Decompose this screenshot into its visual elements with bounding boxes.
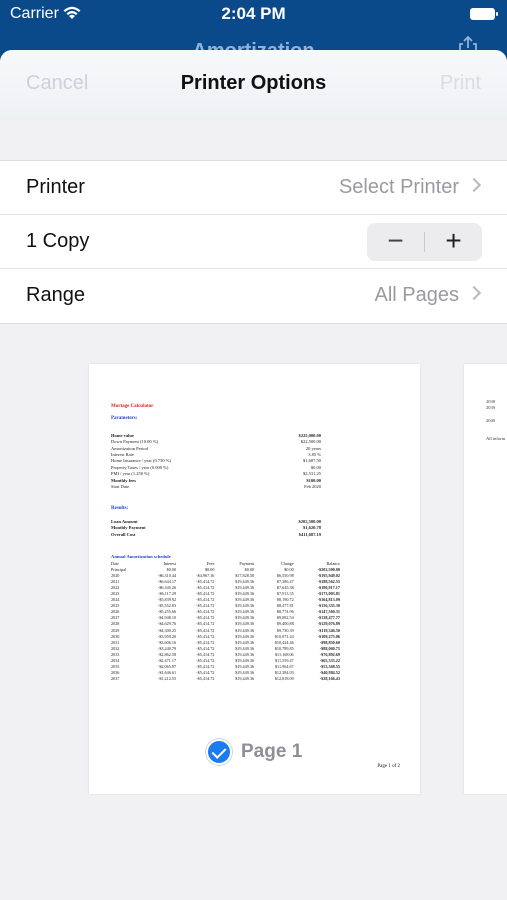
- table-cell: -$28,166.43: [319, 676, 340, 682]
- table-row: 2037 -$1,212.55 -$5,414.72 $19,449.36 $12,81…: [111, 676, 342, 682]
- range-label: Range: [26, 284, 85, 306]
- range-value: All Pages: [374, 284, 460, 306]
- battery-icon: [470, 8, 498, 20]
- page2-line: All inform: [486, 436, 506, 442]
- copies-stepper: − +: [367, 223, 482, 261]
- table-cell: $12,818.09: [274, 676, 294, 682]
- decrement-button[interactable]: −: [367, 223, 424, 261]
- page-preview-1[interactable]: Mortage Calculator Parameters: Home valu…: [89, 364, 420, 794]
- checkmark-icon: [206, 739, 232, 765]
- page-number: Page 1 of 2: [377, 764, 400, 769]
- options-list: Printer Select Printer 1 Copy − + Range …: [0, 160, 507, 324]
- result-row-value: $411,687.19: [298, 531, 321, 537]
- table-cell: -$5,414.72: [196, 676, 215, 682]
- status-bar: Carrier 2:04 PM: [0, 0, 507, 30]
- page2-content: 2038 2039 2040 All inform: [486, 399, 505, 442]
- status-time: 2:04 PM: [221, 4, 286, 23]
- params-list: Home value $225,000.00 Down Payment (10.00…: [111, 433, 401, 491]
- copies-row: 1 Copy − +: [0, 215, 507, 269]
- table-cell: $19,449.36: [235, 676, 255, 682]
- document-content: Mortage Calculator Parameters: Home valu…: [111, 404, 401, 682]
- results-list: Loan Amount $202,500.00 Monthly Payment $1,…: [111, 519, 401, 538]
- print-button[interactable]: Print: [440, 72, 481, 95]
- increment-button[interactable]: +: [425, 223, 482, 261]
- result-row-key: Overall Cost: [111, 531, 136, 537]
- printer-options-sheet: Cancel Printer Options Print Printer Sel…: [0, 50, 507, 900]
- schedule-table: Date Interest Fees Payment Change Balance Prin…: [111, 561, 342, 683]
- page-selection[interactable]: Page 1: [206, 738, 302, 766]
- chevron-right-icon: [466, 285, 482, 301]
- table-cell: 2037: [111, 676, 120, 682]
- param-row-value: Feb 2020: [304, 484, 321, 490]
- table-cell: -$1,212.55: [157, 676, 177, 682]
- param-row-key: Start Date: [111, 484, 130, 490]
- page-label: Page 1: [241, 741, 303, 762]
- printer-row[interactable]: Printer Select Printer: [0, 161, 507, 215]
- copies-label: 1 Copy: [26, 230, 90, 252]
- chevron-right-icon: [466, 177, 482, 193]
- printer-label: Printer: [26, 176, 85, 198]
- sheet-header: Cancel Printer Options Print: [0, 50, 507, 120]
- range-row[interactable]: Range All Pages: [0, 269, 507, 323]
- page-preview-2[interactable]: 2038 2039 2040 All inform: [464, 364, 507, 794]
- doc-title: Mortage Calculator: [111, 404, 154, 409]
- sheet-title: Printer Options: [180, 72, 327, 94]
- printer-value: Select Printer: [338, 176, 459, 198]
